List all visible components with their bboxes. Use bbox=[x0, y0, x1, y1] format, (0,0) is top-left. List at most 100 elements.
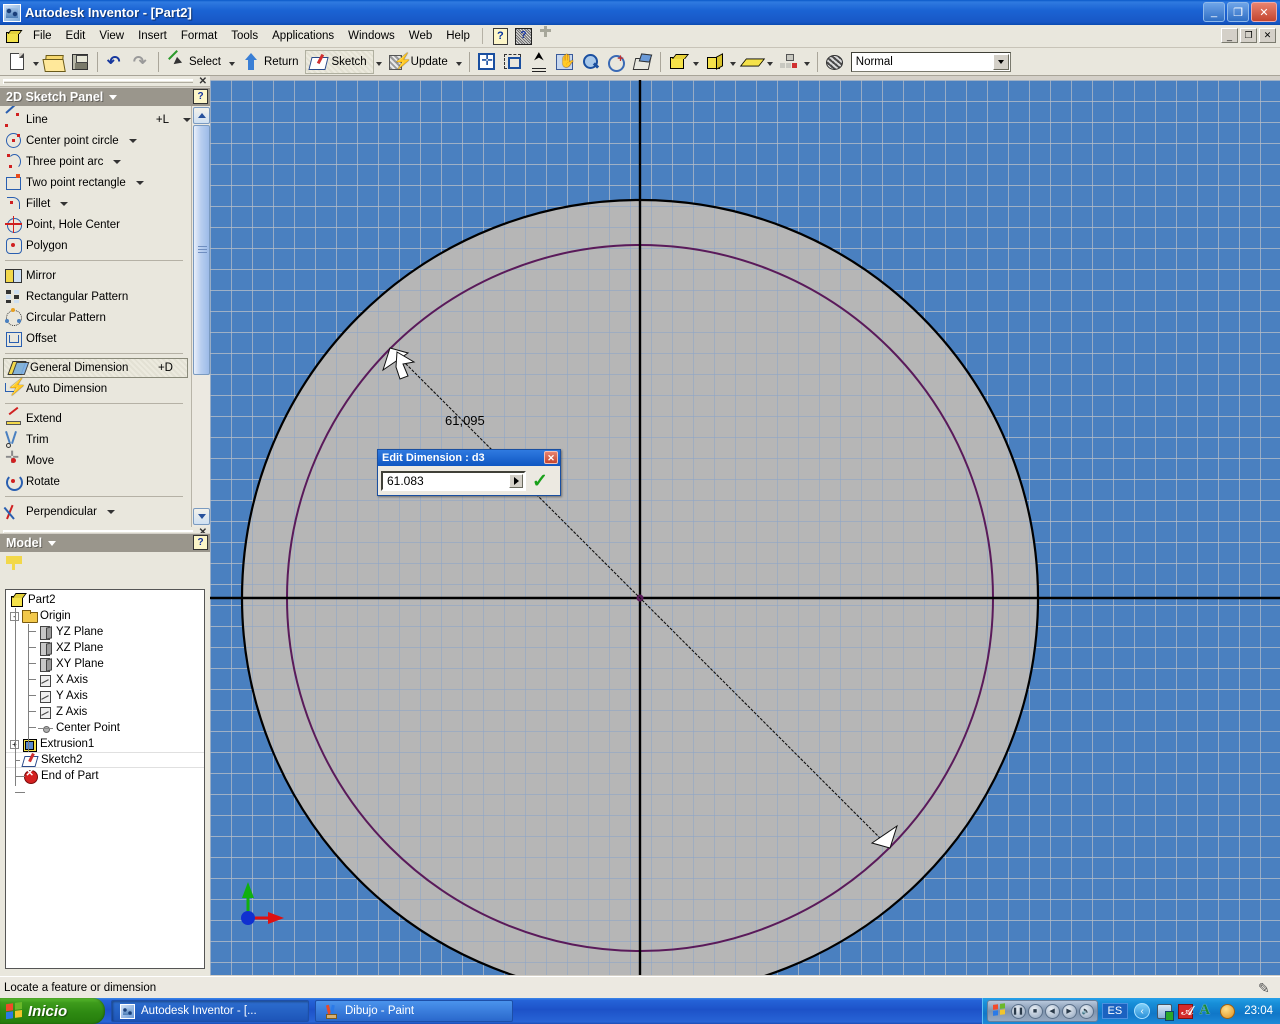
chevron-down-icon[interactable] bbox=[107, 510, 115, 514]
update-button[interactable] bbox=[385, 50, 411, 74]
tree-node-origin[interactable]: - Origin bbox=[6, 608, 204, 624]
zoom-window-button[interactable] bbox=[500, 50, 526, 74]
display-hidden-button[interactable] bbox=[702, 50, 728, 74]
mdi-minimize-button[interactable]: _ bbox=[1221, 28, 1238, 43]
sketch-tool-extend[interactable]: Extend bbox=[0, 408, 191, 429]
previous-button[interactable]: ◀ bbox=[1045, 1004, 1060, 1019]
menu-tools[interactable]: Tools bbox=[224, 27, 265, 45]
sketch-tool-perpendicular[interactable]: Perpendicular bbox=[0, 501, 191, 522]
tree-node-yz-plane[interactable]: YZ Plane bbox=[6, 624, 204, 640]
select-tool-group[interactable]: Select bbox=[163, 50, 238, 74]
display-hidden-dropdown-arrow[interactable] bbox=[728, 50, 739, 74]
zoom-all-button[interactable] bbox=[474, 50, 500, 74]
next-button[interactable]: ▶ bbox=[1062, 1004, 1077, 1019]
close-icon[interactable]: ✕ bbox=[544, 451, 558, 464]
menu-web[interactable]: Web bbox=[402, 27, 439, 45]
plus-icon[interactable] bbox=[536, 27, 555, 45]
redo-button[interactable] bbox=[128, 50, 154, 74]
sketch-tool-move[interactable]: Move bbox=[0, 450, 191, 471]
update-dropdown-arrow[interactable] bbox=[454, 50, 465, 74]
close-icon[interactable]: ✕ bbox=[199, 76, 207, 87]
sketch-tool-auto-dimension[interactable]: Auto Dimension bbox=[0, 378, 191, 399]
language-indicator[interactable]: ES bbox=[1102, 1003, 1129, 1019]
sketch-tool-center-point-circle[interactable]: Center point circle bbox=[0, 130, 191, 151]
chevron-down-icon[interactable] bbox=[183, 118, 191, 122]
scrollbar-thumb[interactable] bbox=[193, 125, 210, 375]
component-dropdown-arrow[interactable] bbox=[802, 50, 813, 74]
display-shaded-button[interactable] bbox=[665, 50, 691, 74]
menu-format[interactable]: Format bbox=[174, 27, 224, 45]
sketch-tool-line[interactable]: Line +L bbox=[0, 109, 191, 130]
chevron-left-icon[interactable]: ‹ bbox=[1134, 1003, 1150, 1019]
menu-file[interactable]: File bbox=[26, 27, 59, 45]
start-button[interactable]: Inicio bbox=[0, 998, 105, 1024]
mdi-restore-button[interactable]: ❐ bbox=[1240, 28, 1257, 43]
save-button[interactable] bbox=[67, 50, 93, 74]
sketch-button[interactable] bbox=[306, 50, 332, 74]
scroll-down-button[interactable] bbox=[193, 508, 210, 525]
component-display-button[interactable] bbox=[776, 50, 802, 74]
media-player-toolbar[interactable]: ❚❚ ■ ◀ ▶ 🔈 bbox=[987, 1000, 1098, 1022]
display-plane-dropdown-arrow[interactable] bbox=[765, 50, 776, 74]
menu-help[interactable]: Help bbox=[439, 27, 477, 45]
menu-insert[interactable]: Insert bbox=[131, 27, 174, 45]
sketch-tool-rotate[interactable]: Rotate bbox=[0, 471, 191, 492]
chevron-down-icon[interactable] bbox=[48, 541, 56, 546]
tree-node-part2[interactable]: Part2 bbox=[6, 592, 204, 608]
volume-button[interactable]: 🔈 bbox=[1079, 1004, 1094, 1019]
menu-applications[interactable]: Applications bbox=[265, 27, 341, 45]
help-icon[interactable] bbox=[490, 27, 509, 45]
return-button[interactable] bbox=[238, 50, 264, 74]
sketch-panel-header[interactable]: 2D Sketch Panel ? bbox=[0, 87, 210, 106]
return-tool-group[interactable]: Return bbox=[238, 50, 305, 74]
sketch-tool-two-point-rectangle[interactable]: Two point rectangle bbox=[0, 172, 191, 193]
mdi-close-button[interactable]: ✕ bbox=[1259, 28, 1276, 43]
sketch-tool-offset[interactable]: Offset bbox=[0, 328, 191, 349]
rotate-view-button[interactable] bbox=[604, 50, 630, 74]
shield-icon[interactable] bbox=[1157, 1004, 1172, 1019]
taskbar-item-paint[interactable]: Dibujo - Paint bbox=[315, 1000, 513, 1022]
pause-button[interactable]: ❚❚ bbox=[1011, 1004, 1026, 1019]
dimension-value-text[interactable]: 61,095 bbox=[445, 413, 485, 428]
minimize-button[interactable]: _ bbox=[1203, 2, 1225, 22]
filter-icon[interactable] bbox=[6, 556, 22, 570]
new-dropdown-arrow[interactable] bbox=[30, 50, 41, 74]
tree-node-xz-plane[interactable]: XZ Plane bbox=[6, 640, 204, 656]
sketch-tool-three-point-arc[interactable]: Three point arc bbox=[0, 151, 191, 172]
tree-node-xy-plane[interactable]: XY Plane bbox=[6, 656, 204, 672]
edit-dimension-dialog[interactable]: Edit Dimension : d3 ✕ 61.083 ✓ bbox=[377, 449, 561, 496]
accept-check-icon[interactable]: ✓ bbox=[532, 472, 548, 491]
sketch-tool-rectangular-pattern[interactable]: Rectangular Pattern bbox=[0, 286, 191, 307]
sketch-tool-general-dimension[interactable]: General Dimension +D bbox=[3, 358, 188, 378]
chevron-down-icon[interactable] bbox=[993, 54, 1009, 70]
display-shaded-dropdown-arrow[interactable] bbox=[691, 50, 702, 74]
scroll-up-button[interactable] bbox=[193, 107, 210, 124]
help-icon[interactable]: ? bbox=[193, 535, 208, 550]
undo-button[interactable] bbox=[102, 50, 128, 74]
style-combobox[interactable]: Normal bbox=[851, 52, 1011, 72]
chevron-down-icon[interactable] bbox=[129, 139, 137, 143]
stop-button[interactable]: ■ bbox=[1028, 1004, 1043, 1019]
open-button[interactable] bbox=[41, 50, 67, 74]
chevron-down-icon[interactable] bbox=[60, 202, 68, 206]
sketch-tool-group[interactable]: Sketch bbox=[305, 50, 374, 74]
tree-node-sketch2[interactable]: Sketch2 bbox=[6, 752, 204, 768]
dimension-value-input[interactable]: 61.083 bbox=[381, 471, 526, 491]
taskbar-item-inventor[interactable]: Autodesk Inventor - [... bbox=[111, 1000, 309, 1022]
avg-icon[interactable] bbox=[1199, 1004, 1214, 1019]
sketch-tool-circular-pattern[interactable]: Circular Pattern bbox=[0, 307, 191, 328]
select-dropdown-arrow[interactable] bbox=[227, 50, 238, 74]
display-plane-button[interactable] bbox=[739, 50, 765, 74]
clock[interactable]: 23:04 bbox=[1244, 1005, 1273, 1017]
look-at-button[interactable] bbox=[630, 50, 656, 74]
chevron-down-icon[interactable] bbox=[136, 181, 144, 185]
restore-button[interactable]: ❐ bbox=[1227, 2, 1249, 22]
tree-node-end-of-part[interactable]: End of Part bbox=[6, 768, 204, 784]
drag-grip[interactable] bbox=[3, 79, 193, 84]
zoom-button[interactable] bbox=[578, 50, 604, 74]
chevron-down-icon[interactable] bbox=[113, 160, 121, 164]
tree-node-center-point[interactable]: Center Point bbox=[6, 720, 204, 736]
pan-button[interactable] bbox=[552, 50, 578, 74]
sketch-tool-fillet[interactable]: Fillet bbox=[0, 193, 191, 214]
antivirus-icon[interactable] bbox=[1178, 1004, 1193, 1019]
